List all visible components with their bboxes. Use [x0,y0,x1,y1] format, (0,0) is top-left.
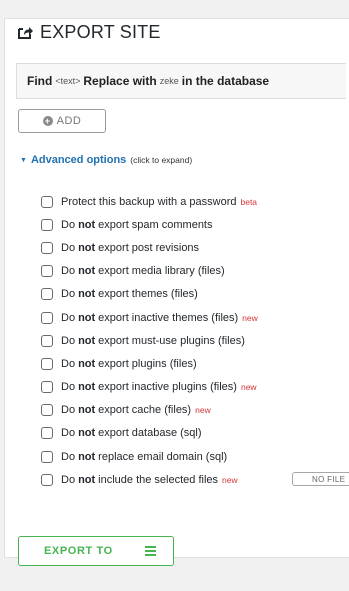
option-row[interactable]: Do not export spam comments [41,213,349,236]
find-replace-row[interactable]: Find <text> Replace with zeke in the dat… [16,63,346,99]
option-label-rest: export plugins (files) [98,357,197,370]
option-label-rest: export must-use plugins (files) [98,334,245,347]
option-label-rest: export inactive plugins (files) [98,381,237,394]
advanced-options-hint: (click to expand) [130,155,193,165]
option-row[interactable]: Do not export media library (files) [41,260,349,283]
option-badge: new [222,474,238,485]
option-label-rest: export themes (files) [98,288,198,301]
option-emphasis: not [78,334,96,347]
add-button-label: ADD [56,115,82,127]
option-label: Do [61,450,76,463]
option-emphasis: not [78,357,96,370]
option-label: Do [61,404,76,417]
option-checkbox[interactable] [41,241,53,254]
option-label: Do [61,381,76,394]
option-row[interactable]: Do not include the selected files new NO FIL… [41,468,349,491]
option-row[interactable]: Do not export cache (files) new [41,399,349,422]
option-checkbox[interactable] [41,381,53,394]
option-label-rest: export media library (files) [98,265,225,278]
option-checkbox[interactable] [41,334,53,347]
export-icon [17,25,34,40]
option-checkbox[interactable] [41,311,53,324]
option-label: Do [61,427,76,440]
option-emphasis: not [78,450,96,463]
menu-icon [144,544,156,559]
option-label-rest: export cache (files) [98,404,192,417]
option-row[interactable]: Protect this backup with a password beta [41,190,349,213]
option-badge: new [240,382,257,393]
find-value[interactable]: <text> [55,76,80,86]
database-suffix: in the database [181,74,270,88]
option-label: Do [61,218,76,231]
option-emphasis: not [78,311,96,324]
replace-label: Replace with [83,74,157,88]
option-checkbox[interactable] [41,450,53,463]
page-title-text: EXPORT SITE [40,22,161,42]
option-row[interactable]: Do not export plugins (files) [41,352,349,375]
option-badge: new [195,405,211,416]
option-badge: beta [240,196,258,207]
option-label-rest: include the selected files [98,473,219,486]
option-label: Do [61,357,76,370]
option-label-rest: replace email domain (sql) [98,450,228,463]
option-checkbox[interactable] [41,195,53,208]
option-label: Do [61,288,76,301]
advanced-options-label: Advanced options [30,154,127,166]
option-emphasis: not [78,473,96,486]
option-emphasis: not [78,241,96,254]
option-row[interactable]: Do not export inactive plugins (files) new [41,376,349,399]
option-emphasis: not [78,265,96,278]
option-row[interactable]: Do not replace email domain (sql) [41,445,349,468]
option-emphasis: not [78,288,96,301]
option-label: Do [61,334,76,347]
option-checkbox[interactable] [41,404,53,417]
option-emphasis: not [78,404,96,417]
option-badge: new [242,312,258,323]
triangle-down-icon: ▼ [20,156,27,164]
option-emphasis: not [78,381,96,394]
export-to-button[interactable]: EXPORT TO [18,536,174,566]
option-checkbox[interactable] [41,288,53,301]
option-label-rest: export database (sql) [98,427,202,440]
option-label-rest: export post revisions [98,241,200,254]
option-row[interactable]: Do not export must-use plugins (files) [41,329,349,352]
option-label: Do [61,311,76,324]
export-to-label: EXPORT TO [44,545,113,557]
option-label: Do [61,473,76,486]
option-emphasis: not [78,427,96,440]
option-checkbox[interactable] [41,427,53,440]
option-row[interactable]: Do not export database (sql) [41,422,349,445]
option-label: Protect this backup with a password [61,195,237,208]
find-label: Find [27,74,53,88]
option-label-rest: export inactive themes (files) [98,311,239,324]
option-emphasis: not [78,218,96,231]
option-checkbox[interactable] [41,357,53,370]
options-list: Protect this backup with a password beta D… [41,190,349,491]
replace-value[interactable]: zeke [160,76,179,86]
option-checkbox[interactable] [41,265,53,278]
option-label: Do [61,241,76,254]
add-button[interactable]: + ADD [18,109,106,133]
option-row[interactable]: Do not export post revisions [41,236,349,259]
option-checkbox[interactable] [41,218,53,231]
advanced-options-toggle[interactable]: ▼ Advanced options (click to expand) [20,154,192,166]
option-label: Do [61,265,76,278]
page-title: EXPORT SITE [17,22,161,43]
option-label-rest: export spam comments [98,218,213,231]
plus-circle-icon: + [42,116,53,126]
option-row[interactable]: Do not export inactive themes (files) new [41,306,349,329]
no-files-button[interactable]: NO FILE [292,472,349,487]
option-checkbox[interactable] [41,473,53,486]
option-row[interactable]: Do not export themes (files) [41,283,349,306]
